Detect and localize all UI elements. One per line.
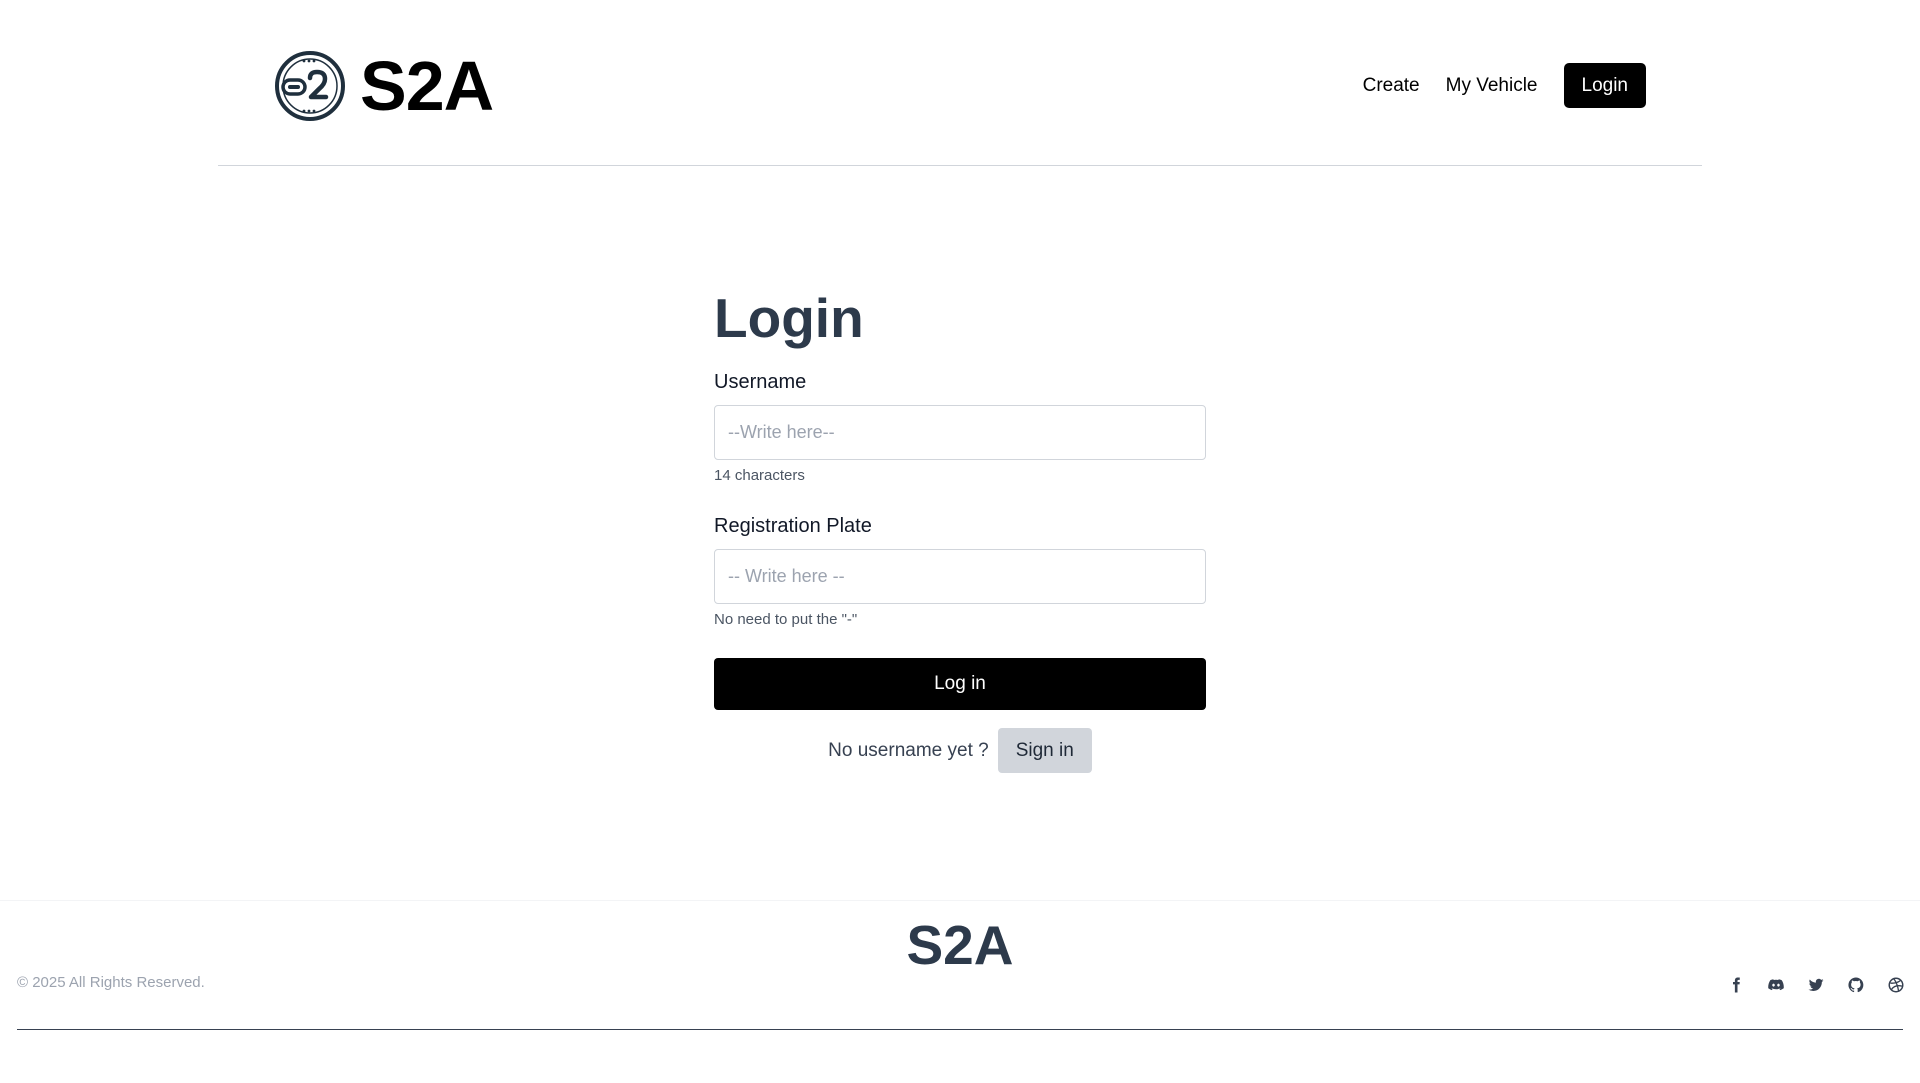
social-links xyxy=(1724,973,1908,997)
copyright-text: © 2025 All Rights Reserved. xyxy=(17,974,205,991)
plate-label: Registration Plate xyxy=(714,515,872,537)
footer-brand: S2A xyxy=(906,914,1014,976)
nav-login-button[interactable]: Login xyxy=(1563,63,1646,108)
discord-icon[interactable] xyxy=(1764,973,1788,997)
login-form: Login Username 14 characters Registratio… xyxy=(714,282,1206,773)
site-footer: S2A © 2025 All Rights Reserved. xyxy=(0,900,1920,1030)
facebook-icon[interactable] xyxy=(1724,973,1748,997)
site-header: S2A Create My Vehicle Login xyxy=(218,0,1702,166)
registration-plate-input[interactable] xyxy=(714,549,1206,604)
username-input[interactable] xyxy=(714,405,1206,460)
nav-my-vehicle-link[interactable]: My Vehicle xyxy=(1446,75,1538,97)
s2a-logo-icon xyxy=(275,51,345,121)
brand-home-link[interactable]: S2A xyxy=(274,47,494,125)
main-nav: Create My Vehicle Login xyxy=(1363,63,1646,108)
signup-row: No username yet ? Sign in xyxy=(714,728,1206,773)
page-title: Login xyxy=(714,287,864,349)
sign-in-button[interactable]: Sign in xyxy=(997,728,1092,773)
dribbble-icon[interactable] xyxy=(1884,973,1908,997)
github-icon[interactable] xyxy=(1844,973,1868,997)
footer-divider xyxy=(17,1029,1903,1030)
twitter-icon[interactable] xyxy=(1804,973,1828,997)
brand-name: S2A xyxy=(360,47,494,125)
username-hint: 14 characters xyxy=(714,467,805,484)
username-label: Username xyxy=(714,371,807,393)
log-in-button[interactable]: Log in xyxy=(714,658,1206,710)
signup-prompt: No username yet ? xyxy=(828,739,989,761)
plate-hint: No need to put the "-" xyxy=(714,611,858,628)
nav-create-link[interactable]: Create xyxy=(1363,75,1420,97)
